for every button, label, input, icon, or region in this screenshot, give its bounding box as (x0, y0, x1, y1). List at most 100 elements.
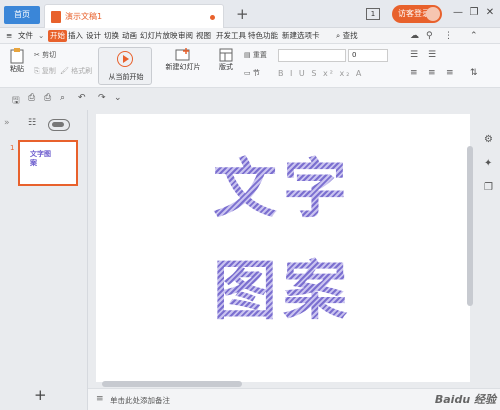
presentation-file-icon (51, 11, 61, 23)
redo-icon[interactable]: ↷ (98, 93, 106, 103)
hamburger-icon[interactable]: ≡ (6, 30, 12, 42)
more-icon[interactable]: ⋮ (444, 30, 453, 42)
collapse-panel-icon[interactable]: » (4, 118, 10, 128)
print-icon[interactable]: ⎙ (44, 93, 51, 103)
numbered-list-icon[interactable]: ☰ (428, 50, 436, 60)
customize-icon[interactable]: ⌄ (114, 93, 122, 103)
cloud-icon[interactable]: ☁ (410, 30, 419, 42)
chevron-up-icon[interactable]: ⌃ (470, 30, 478, 42)
cut-button[interactable]: ✂ 剪切 (34, 50, 56, 60)
format-painter-label: 格式刷 (71, 67, 93, 75)
menu-developer[interactable]: 开发工具 (216, 30, 246, 42)
export-icon[interactable]: ⎙ (28, 93, 35, 103)
align-right-icon[interactable]: ≡ (446, 68, 454, 78)
menu-transition[interactable]: 切换 (104, 30, 119, 42)
cut-label: 剪切 (42, 51, 57, 59)
outline-view-icon[interactable]: ☷ (28, 118, 36, 128)
menu-bar: ≡ 文件 ⌄ 开始 插入 设计 切换 动画 幻灯片放映 审阅 视图 开发工具 特… (0, 28, 500, 44)
maximize-button[interactable]: ❐ (468, 6, 480, 20)
window-count-badge[interactable]: 1 (366, 8, 380, 20)
horizontal-scrollbar[interactable] (96, 380, 466, 388)
font-size-select[interactable]: 0 (348, 49, 388, 62)
notes-bar[interactable]: ≡ 单击此处添加备注 Baidu 经验 (88, 388, 500, 410)
menu-insert[interactable]: 插入 (68, 30, 83, 42)
panel-header: » ☷ (0, 118, 88, 132)
menu-file[interactable]: 文件 (18, 30, 33, 42)
copy-button[interactable]: ⎘ 复制 (34, 66, 56, 76)
new-tab-button[interactable]: + (236, 5, 249, 23)
share-icon[interactable]: ⚲ (426, 30, 433, 42)
menu-slideshow[interactable]: 幻灯片放映 (140, 30, 178, 42)
reset-label: 重置 (252, 51, 267, 59)
search-button[interactable]: ⌕ 查找 (336, 30, 364, 42)
unsaved-dot-icon (210, 15, 215, 20)
title-bar: 首页 演示文稿1 + 1 访客登录 — ❐ ✕ (0, 0, 500, 28)
tab-document-label: 演示文稿1 (65, 12, 103, 21)
add-slide-button[interactable]: + (34, 386, 47, 404)
notes-placeholder[interactable]: 单击此处添加备注 (110, 395, 170, 406)
right-tool-rail: ⚙ ✦ ❐ (478, 110, 500, 388)
slide-number: 1 (10, 144, 15, 152)
paste-button[interactable]: 粘贴 (6, 48, 28, 74)
menu-animation[interactable]: 动画 (122, 30, 137, 42)
minimize-button[interactable]: — (452, 6, 464, 20)
paste-label: 粘贴 (10, 65, 24, 73)
vertical-scrollbar[interactable] (466, 114, 474, 382)
word-art-line-2[interactable]: 图案 (96, 240, 470, 332)
vertical-scroll-thumb[interactable] (467, 146, 473, 306)
watermark: Baidu 经验 (434, 393, 496, 406)
font-family-select[interactable] (278, 49, 346, 62)
copy-label: 复制 (41, 67, 56, 75)
align-left-icon[interactable]: ≡ (410, 68, 418, 78)
animation-pane-icon[interactable]: ✦ (484, 158, 492, 169)
format-painter-button[interactable]: 🖌 格式刷 (60, 66, 92, 76)
play-from-current-label: 从当前开始 (108, 73, 144, 81)
slide-canvas-area: 文字 图案 (88, 110, 478, 388)
login-button[interactable]: 访客登录 (392, 5, 442, 23)
menu-design[interactable]: 设计 (86, 30, 101, 42)
presentation-app: 首页 演示文稿1 + 1 访客登录 — ❐ ✕ ≡ 文件 ⌄ 开始 插入 设计 … (0, 0, 500, 410)
section-button[interactable]: ▭ 节 (244, 68, 260, 78)
undo-icon[interactable]: ↶ (78, 93, 86, 103)
search-icon: ⌕ (336, 31, 341, 40)
chevron-down-icon[interactable]: ⌄ (38, 30, 44, 42)
search-label: 查找 (342, 31, 358, 40)
quick-access-bar: 🖫 ⎙ ⎙ ⌕ ↶ ↷ ⌄ (0, 88, 500, 110)
menu-new-tab[interactable]: 新建选项卡 (282, 30, 320, 42)
list-icon[interactable]: ☰ (410, 50, 418, 60)
menu-view[interactable]: 视图 (196, 30, 211, 42)
new-slide-button[interactable]: 新建幻灯片 (160, 48, 206, 72)
thumbnail-view-toggle[interactable] (48, 119, 70, 131)
align-center-icon[interactable]: ≡ (428, 68, 436, 78)
horizontal-scroll-thumb[interactable] (102, 381, 242, 387)
notes-icon: ≡ (96, 394, 104, 404)
avatar (426, 7, 440, 21)
text-direction-icon[interactable]: ⇅ (470, 68, 478, 78)
menu-home[interactable]: 开始 (48, 30, 67, 42)
thumbnail-text: 文字图案 (30, 150, 51, 167)
copy-pane-icon[interactable]: ❐ (484, 182, 493, 193)
close-button[interactable]: ✕ (484, 6, 496, 20)
layout-button[interactable]: 版式 (212, 48, 240, 72)
play-icon (117, 51, 133, 67)
slide-thumbnail-panel: » ☷ 1 文字图案 + (0, 110, 88, 410)
properties-icon[interactable]: ⚙ (484, 134, 493, 145)
ribbon-toolbar: 粘贴 ✂ 剪切 ⎘ 复制 🖌 格式刷 从当前开始 新建幻灯片 版式 ▤ 重置 ▭… (0, 44, 500, 88)
text-format-row[interactable]: B I U S x² x₂ A (278, 69, 363, 78)
clipboard-icon (10, 48, 24, 64)
new-slide-icon (175, 48, 190, 61)
word-art-line-1[interactable]: 文字 (96, 138, 470, 230)
section-label: 节 (252, 69, 260, 77)
menu-features[interactable]: 特色功能 (248, 30, 278, 42)
slide-thumbnail[interactable]: 文字图案 (18, 140, 78, 186)
tab-home[interactable]: 首页 (4, 6, 40, 24)
reset-button[interactable]: ▤ 重置 (244, 50, 267, 60)
menu-review[interactable]: 审阅 (178, 30, 193, 42)
preview-icon[interactable]: ⌕ (60, 93, 65, 103)
tab-document[interactable]: 演示文稿1 (44, 4, 224, 28)
save-icon[interactable]: 🖫 (12, 93, 20, 109)
layout-icon (219, 48, 233, 62)
play-from-current-button[interactable]: 从当前开始 (98, 47, 152, 85)
layout-label: 版式 (219, 63, 233, 71)
slide[interactable]: 文字 图案 (96, 114, 470, 382)
